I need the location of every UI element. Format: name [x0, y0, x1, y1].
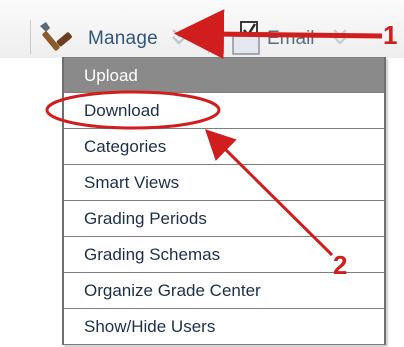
menu-item-label: Organize Grade Center	[84, 281, 261, 300]
manage-tool-icon	[40, 22, 72, 51]
toolbar: Manage Email	[0, 0, 404, 58]
annotation-label-2: 2	[333, 250, 348, 280]
email-checkbox-icon	[232, 21, 260, 55]
toolbar-divider	[30, 20, 31, 54]
menu-item-label: Grading Schemas	[84, 245, 221, 264]
menu-item-categories[interactable]: Categories	[64, 129, 384, 165]
toolbar-divider	[208, 20, 209, 54]
menu-item-label: Download	[84, 101, 160, 120]
menu-item-download[interactable]: Download	[64, 93, 384, 129]
menu-item-label: Show/Hide Users	[84, 317, 216, 336]
menu-item-grading-periods[interactable]: Grading Periods	[64, 201, 384, 237]
menu-item-upload[interactable]: Upload	[64, 57, 384, 93]
manage-dropdown-menu: Upload Download Categories Smart Views G…	[62, 57, 386, 345]
menu-item-smart-views[interactable]: Smart Views	[64, 165, 384, 201]
menu-item-show-hide-users[interactable]: Show/Hide Users	[64, 309, 384, 345]
menu-item-label: Grading Periods	[84, 209, 207, 228]
annotation-label-1: 1	[383, 20, 398, 50]
menu-item-label: Categories	[84, 137, 167, 156]
chevron-down-icon[interactable]	[329, 24, 351, 48]
chevron-down-icon[interactable]	[168, 24, 190, 48]
email-button[interactable]: Email	[215, 18, 404, 56]
email-label: Email	[267, 28, 315, 49]
menu-item-label: Smart Views	[84, 173, 180, 192]
manage-button[interactable]: Manage	[36, 18, 212, 56]
manage-label: Manage	[88, 28, 158, 49]
menu-item-label: Upload	[84, 66, 138, 85]
